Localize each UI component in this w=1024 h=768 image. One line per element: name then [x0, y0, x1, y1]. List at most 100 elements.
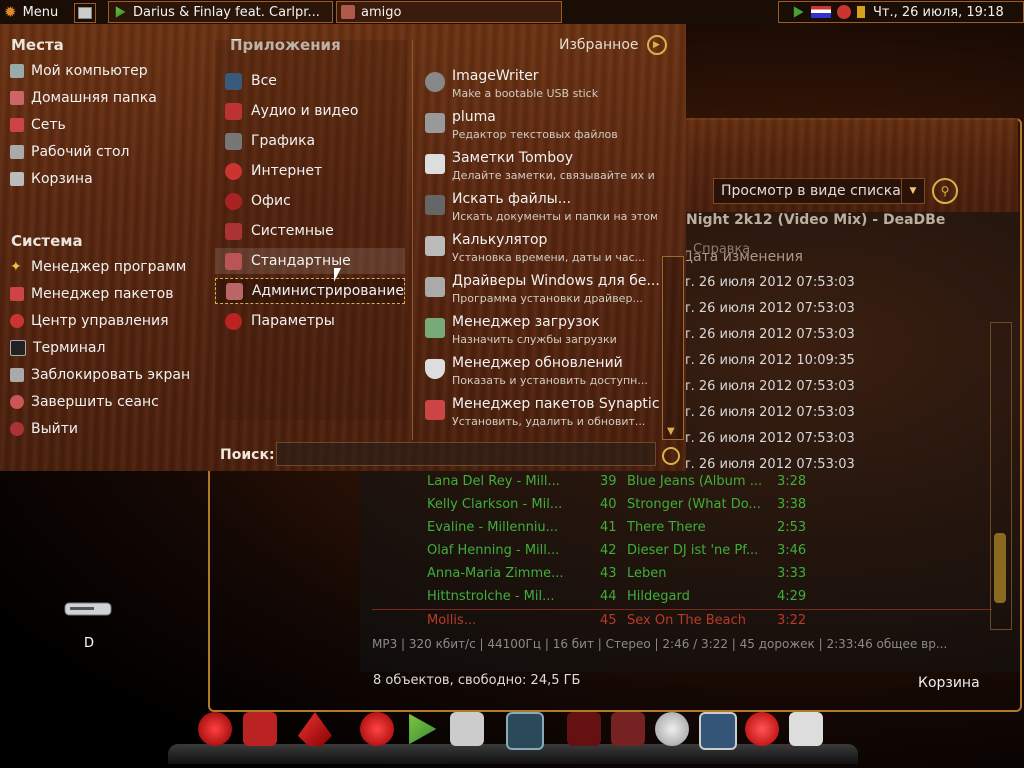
table-row[interactable]: Lana Del Rey - Mill... 39 Blue Jeans (Al…: [372, 471, 992, 494]
network-icon[interactable]: [837, 5, 851, 19]
view-mode-select[interactable]: Просмотр в виде списка ▼: [713, 178, 925, 204]
app-calculator[interactable]: Калькулятор Установка времени, даты и ча…: [425, 230, 665, 270]
accessibility-icon[interactable]: [789, 712, 823, 746]
system-item-label: Терминал: [33, 340, 106, 356]
playlist-scrollbar[interactable]: [990, 322, 1012, 630]
system-item-logout[interactable]: Завершить сеанс: [10, 390, 159, 414]
category-administration[interactable]: Администрирование: [215, 278, 405, 304]
app-windows-drivers[interactable]: Драйверы Windows для бе... Программа уст…: [425, 271, 665, 311]
app-synaptic[interactable]: Менеджер пакетов Synaptic Установить, уд…: [425, 394, 665, 434]
table-row[interactable]: Hittnstrolche - Mil... 44 Hildegard 4:29: [372, 586, 992, 609]
category-internet[interactable]: Интернет: [215, 158, 405, 184]
table-row-playing[interactable]: Mollis... 45 Sex On The Beach 3:22: [372, 609, 992, 633]
track-duration: 3:22: [777, 613, 807, 628]
clock[interactable]: Чт., 26 июля, 19:18: [873, 5, 1004, 20]
battery-icon[interactable]: [857, 6, 865, 18]
office-icon: [225, 192, 242, 210]
category-graphics[interactable]: Графика: [215, 128, 405, 154]
task-amigo[interactable]: amigo: [336, 1, 562, 23]
category-label: Интернет: [251, 163, 323, 179]
system-item-software-manager[interactable]: ✦ Менеджер программ: [10, 255, 186, 279]
browser-icon[interactable]: [360, 712, 394, 746]
power-icon[interactable]: [745, 712, 779, 746]
track-duration: 2:53: [777, 520, 807, 535]
category-audio-video[interactable]: Аудио и видео: [215, 98, 405, 124]
system-item-terminal[interactable]: Терминал: [10, 336, 105, 360]
trash-desktop-label[interactable]: Корзина: [918, 675, 980, 691]
system-item-lock-screen[interactable]: Заблокировать экран: [10, 363, 190, 387]
play-icon[interactable]: [409, 713, 437, 745]
places-item-desktop[interactable]: Рабочий стол: [10, 140, 130, 164]
app-update-manager[interactable]: Менеджер обновлений Показать и установит…: [425, 353, 665, 393]
category-all[interactable]: Все: [215, 68, 405, 94]
category-office[interactable]: Офис: [215, 188, 405, 214]
date-column-header[interactable]: Дата изменения: [682, 249, 803, 265]
chevron-down-icon: ▼: [901, 179, 924, 203]
category-label: Администрирование: [251, 283, 404, 299]
app-description: Искать документы и папки на этом ...: [452, 210, 657, 223]
logout-icon: [10, 395, 24, 409]
screen-icon[interactable]: [699, 712, 737, 750]
system-item-label: Центр управления: [31, 313, 169, 329]
places-item-computer[interactable]: Мой компьютер: [10, 59, 148, 83]
menu-button[interactable]: ✹ Menu: [4, 2, 58, 22]
app-description: Программа установки драйвер...: [452, 292, 643, 305]
category-preferences[interactable]: Параметры: [215, 308, 405, 334]
drive-icon[interactable]: [64, 600, 112, 618]
app-list-scrollbar[interactable]: ▼: [662, 256, 684, 440]
tray: Чт., 26 июля, 19:18: [778, 1, 1024, 23]
search-button[interactable]: ⚲: [932, 178, 958, 204]
system-tools-icon: [225, 222, 242, 240]
table-row[interactable]: Anna-Maria Zimme... 43 Leben 3:33: [372, 563, 992, 586]
category-accessories[interactable]: Стандартные: [215, 248, 405, 274]
app-pluma[interactable]: pluma Редактор текстовых файлов: [425, 107, 665, 147]
magnifier-icon[interactable]: [655, 712, 689, 746]
home-folder-icon: [10, 91, 24, 105]
drive-label[interactable]: D: [84, 636, 94, 651]
app-search-files[interactable]: Искать файлы... Искать документы и папки…: [425, 189, 665, 229]
places-item-label: Рабочий стол: [31, 144, 130, 160]
video-editor-icon[interactable]: [243, 712, 277, 746]
control-center-icon: [10, 314, 24, 328]
presentation-icon[interactable]: [611, 712, 645, 746]
chevron-down-icon[interactable]: ▼: [667, 426, 675, 437]
app-description: Make a bootable USB stick: [452, 87, 599, 100]
app-name: pluma: [452, 109, 496, 125]
places-item-trash[interactable]: Корзина: [10, 167, 93, 191]
record-icon[interactable]: [198, 712, 232, 746]
track-artist: Kelly Clarkson - Mil...: [427, 497, 563, 512]
table-row[interactable]: Evaline - Millenniu... 41 There There 2:…: [372, 517, 992, 540]
graphics-icon: [225, 132, 242, 150]
app-download-manager[interactable]: Менеджер загрузок Назначить службы загру…: [425, 312, 665, 352]
driver-icon: [425, 277, 445, 297]
task-label: Darius & Finlay feat. Carlpr...: [133, 4, 320, 20]
app-imagewriter[interactable]: ImageWriter Make a bootable USB stick: [425, 66, 665, 106]
task-player[interactable]: Darius & Finlay feat. Carlpr...: [108, 1, 333, 23]
camera-icon[interactable]: [567, 712, 601, 746]
flag-icon[interactable]: [811, 6, 831, 18]
show-desktop-button[interactable]: [74, 3, 96, 23]
system-item-label: Менеджер пакетов: [31, 286, 174, 302]
system-item-control-center[interactable]: Центр управления: [10, 309, 169, 333]
player-window-title: Night 2k12 (Video Mix) - DeaDBe: [686, 212, 946, 228]
preferences-icon: [225, 312, 242, 330]
app-name: Искать файлы...: [452, 191, 572, 207]
drive-icon[interactable]: [506, 712, 544, 750]
table-row[interactable]: Kelly Clarkson - Mil... 40 Stronger (Wha…: [372, 494, 992, 517]
play-icon[interactable]: [793, 6, 804, 18]
play-icon: [115, 6, 126, 18]
gimp-icon[interactable]: [298, 712, 332, 746]
system-item-package-manager[interactable]: Менеджер пакетов: [10, 282, 173, 306]
photo-icon[interactable]: [450, 712, 484, 746]
places-item-network[interactable]: Сеть: [10, 113, 66, 137]
category-label: Системные: [251, 223, 334, 239]
search-icon[interactable]: [662, 447, 680, 465]
app-tomboy[interactable]: Заметки Tomboy Делайте заметки, связывай…: [425, 148, 665, 188]
scrollbar-thumb[interactable]: [994, 533, 1006, 603]
track-title: Sex On The Beach: [627, 613, 747, 628]
category-system[interactable]: Системные: [215, 218, 405, 244]
table-row[interactable]: Olaf Henning - Mill... 42 Dieser DJ ist …: [372, 540, 992, 563]
places-item-home[interactable]: Домашняя папка: [10, 86, 157, 110]
system-item-quit[interactable]: Выйти: [10, 417, 78, 441]
search-input[interactable]: [276, 442, 656, 466]
